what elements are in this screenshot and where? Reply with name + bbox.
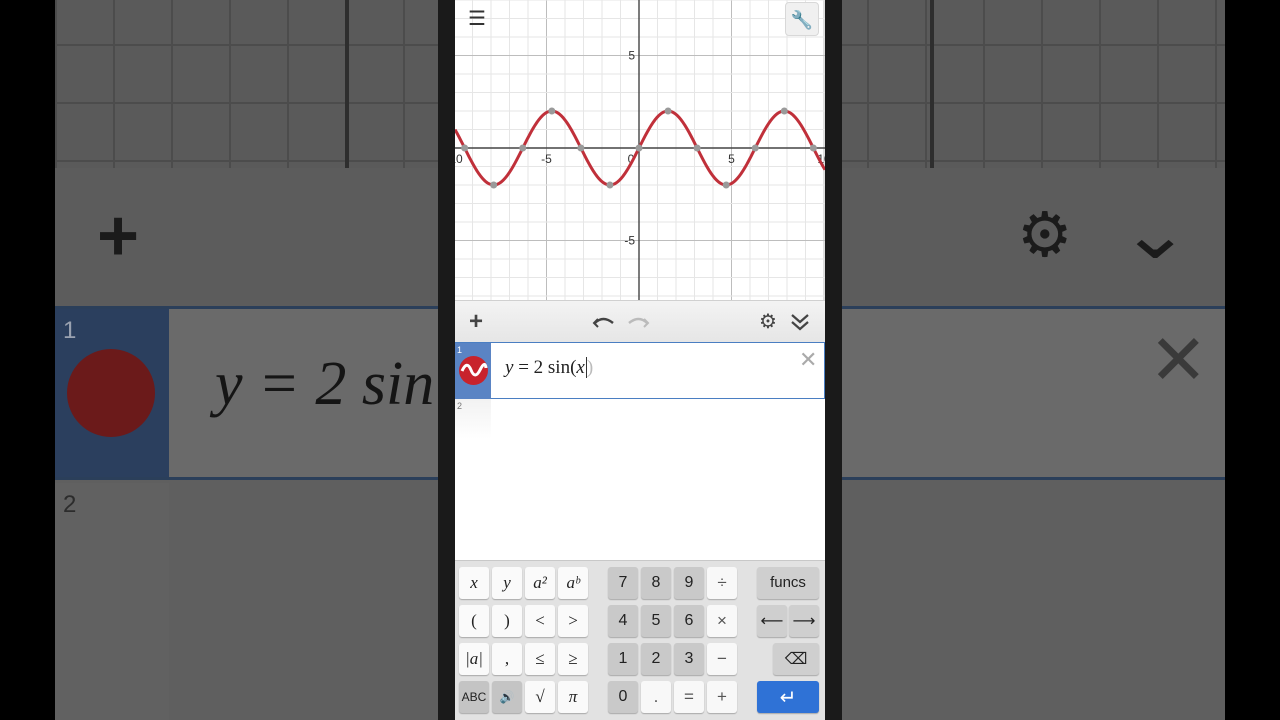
key-8[interactable]: 8 bbox=[641, 567, 671, 599]
wrench-icon[interactable]: 🔧 bbox=[785, 2, 819, 36]
key-0[interactable]: 0 bbox=[608, 681, 638, 713]
phone-frame: -10-505105-5 ☰ 🔧 + ⚙ bbox=[438, 0, 842, 720]
bg-expression-row-2: 2 bbox=[55, 483, 169, 720]
right-arrow-icon[interactable]: ⟶ bbox=[789, 605, 819, 637]
expression-list: 1 y = 2 sin(x) ✕ 2 bbox=[455, 342, 825, 560]
key-sqrt[interactable]: √ bbox=[525, 681, 555, 713]
bg-axis bbox=[345, 0, 349, 168]
bg-close-icon: ✕ bbox=[1149, 321, 1208, 399]
key-greater-than[interactable]: > bbox=[558, 605, 588, 637]
point-of-interest bbox=[490, 181, 498, 189]
expr-close: ) bbox=[586, 357, 594, 378]
x-tick-label: -5 bbox=[541, 152, 552, 166]
key-pi[interactable]: π bbox=[558, 681, 588, 713]
x-tick-label: 5 bbox=[728, 152, 735, 166]
plus-icon[interactable]: + bbox=[463, 309, 489, 335]
point-of-interest bbox=[809, 144, 817, 152]
key-7[interactable]: 7 bbox=[608, 567, 638, 599]
funcs-button[interactable]: funcs bbox=[757, 567, 819, 599]
key-a-squared[interactable]: a² bbox=[525, 567, 555, 599]
point-of-interest bbox=[751, 144, 759, 152]
left-arrow-icon[interactable]: ⟵ bbox=[757, 605, 787, 637]
bg-row-tab: 1 bbox=[55, 309, 169, 477]
point-of-interest bbox=[548, 107, 556, 115]
bg-row-number: 2 bbox=[63, 491, 77, 518]
undo-icon[interactable] bbox=[591, 309, 617, 335]
key-comma[interactable]: , bbox=[492, 643, 522, 675]
bg-sine-icon bbox=[67, 349, 155, 437]
row-tab[interactable]: 1 bbox=[455, 343, 491, 399]
expression-row-1[interactable]: 1 y = 2 sin(x) ✕ bbox=[455, 342, 825, 399]
key-abc[interactable]: ABC bbox=[459, 681, 489, 713]
expression-toolbar: + ⚙ bbox=[455, 300, 825, 342]
bg-chevron-icon: ⌄ bbox=[1118, 194, 1192, 274]
key-a-power-b[interactable]: aᵇ bbox=[558, 567, 588, 599]
bg-axis bbox=[930, 0, 934, 168]
double-chevron-down-icon[interactable] bbox=[787, 309, 813, 335]
expr-y: y bbox=[505, 357, 514, 378]
graph-paper[interactable]: -10-505105-5 ☰ 🔧 bbox=[455, 0, 825, 300]
speaker-icon[interactable]: 🔊 bbox=[492, 681, 522, 713]
math-keypad: x y a² aᵇ ( ) < > |a| , ≤ ≥ ABC 🔊 √ π 7 … bbox=[455, 560, 825, 720]
key-y[interactable]: y bbox=[492, 567, 522, 599]
key-4[interactable]: 4 bbox=[608, 605, 638, 637]
point-of-interest bbox=[693, 144, 701, 152]
key-x[interactable]: x bbox=[459, 567, 489, 599]
gear-icon[interactable]: ⚙ bbox=[755, 309, 781, 335]
point-of-interest bbox=[606, 181, 614, 189]
backspace-icon[interactable]: ⌫ bbox=[773, 643, 819, 675]
key-5[interactable]: 5 bbox=[641, 605, 671, 637]
key-3[interactable]: 3 bbox=[674, 643, 704, 675]
x-tick-label: -10 bbox=[455, 152, 463, 166]
key-equals[interactable]: = bbox=[674, 681, 704, 713]
key-less-equal[interactable]: ≤ bbox=[525, 643, 555, 675]
key-divide[interactable]: ÷ bbox=[707, 567, 737, 599]
desmos-app: -10-505105-5 ☰ 🔧 + ⚙ bbox=[455, 0, 825, 720]
key-open-paren[interactable]: ( bbox=[459, 605, 489, 637]
redo-icon[interactable] bbox=[625, 309, 651, 335]
bg-plus-icon: + bbox=[97, 196, 140, 276]
point-of-interest bbox=[635, 144, 643, 152]
video-frame: + ⚙ ⌄ 1 y = 2 sin ✕ 2 -10-505105-5 ☰ 🔧 + bbox=[0, 0, 1280, 720]
key-2[interactable]: 2 bbox=[641, 643, 671, 675]
expr-var: x bbox=[576, 357, 585, 378]
key-abs[interactable]: |a| bbox=[459, 643, 489, 675]
point-of-interest bbox=[577, 144, 585, 152]
key-close-paren[interactable]: ) bbox=[492, 605, 522, 637]
key-plus[interactable]: + bbox=[707, 681, 737, 713]
expr-equals: = bbox=[518, 357, 529, 378]
sine-wave-icon[interactable] bbox=[459, 356, 488, 385]
key-greater-equal[interactable]: ≥ bbox=[558, 643, 588, 675]
hamburger-menu-icon[interactable]: ☰ bbox=[465, 8, 489, 30]
key-9[interactable]: 9 bbox=[674, 567, 704, 599]
point-of-interest bbox=[461, 144, 469, 152]
expression-row-2[interactable]: 2 bbox=[455, 399, 491, 439]
key-minus[interactable]: − bbox=[707, 643, 737, 675]
bg-gear-icon: ⚙ bbox=[1017, 201, 1073, 270]
delete-expression-icon[interactable]: ✕ bbox=[799, 347, 817, 373]
bg-row-number: 1 bbox=[63, 317, 77, 344]
enter-key[interactable]: ↵ bbox=[757, 681, 819, 713]
row-number: 1 bbox=[457, 345, 463, 355]
key-1[interactable]: 1 bbox=[608, 643, 638, 675]
row-number: 2 bbox=[457, 401, 463, 411]
key-6[interactable]: 6 bbox=[674, 605, 704, 637]
key-less-than[interactable]: < bbox=[525, 605, 555, 637]
y-tick-label: -5 bbox=[624, 234, 635, 248]
y-tick-label: 5 bbox=[628, 49, 635, 63]
point-of-interest bbox=[519, 144, 527, 152]
point-of-interest bbox=[780, 107, 788, 115]
key-decimal[interactable]: . bbox=[641, 681, 671, 713]
point-of-interest bbox=[722, 181, 730, 189]
expression-input[interactable]: y = 2 sin(x) bbox=[505, 357, 593, 379]
point-of-interest bbox=[664, 107, 672, 115]
expr-body: 2 sin( bbox=[533, 357, 577, 378]
key-multiply[interactable]: × bbox=[707, 605, 737, 637]
graph-canvas[interactable]: -10-505105-5 bbox=[455, 0, 825, 300]
bg-expression-text: y = 2 sin bbox=[215, 350, 435, 418]
